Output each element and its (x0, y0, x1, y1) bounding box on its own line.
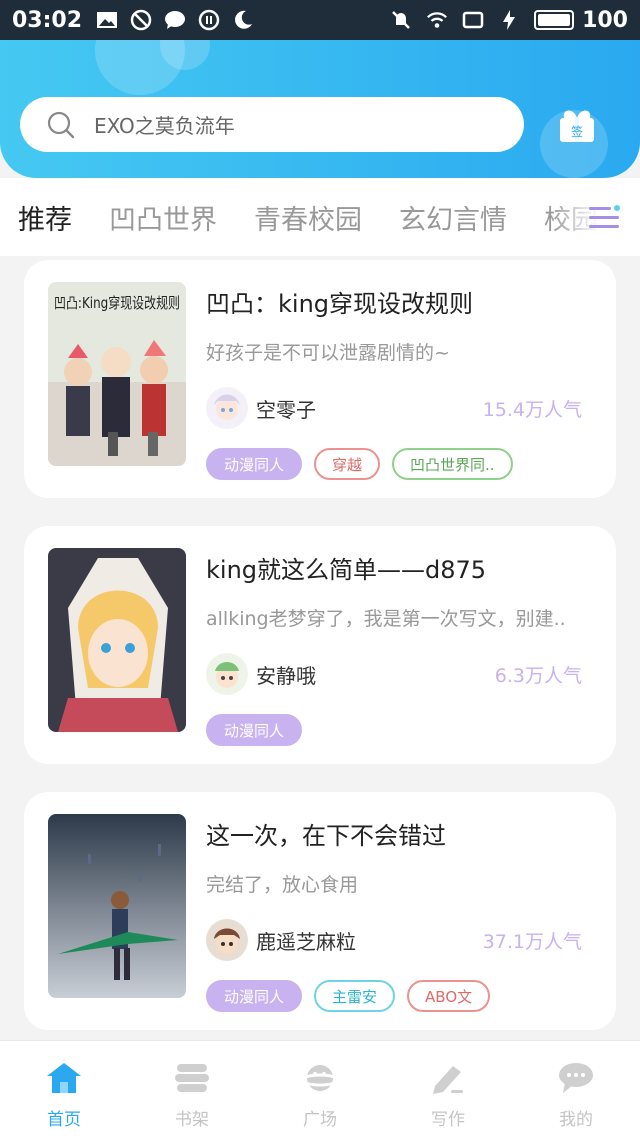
pause-circle-icon (198, 9, 220, 31)
tab-recommend[interactable]: 推荐 (18, 198, 72, 237)
status-time: 03:02 (12, 7, 83, 33)
rotate-icon (462, 9, 484, 31)
search-icon (47, 111, 75, 138)
nav-label: 我的 (559, 1110, 593, 1130)
category-tabs: 推荐 凹凸世界 青春校园 玄幻言情 校园 (0, 178, 640, 256)
header: EXO之莫负流年 签 (0, 40, 640, 178)
book-card[interactable]: 凹凸:King穿现设改规则 凹凸：king穿现设改规则 好孩子是不可以泄露剧情的… (24, 260, 616, 498)
nav-label: 写作 (431, 1110, 465, 1130)
do-not-disturb-icon (130, 9, 152, 31)
planet-icon (301, 1059, 339, 1097)
pen-icon (429, 1059, 467, 1097)
chat-icon (164, 9, 186, 31)
author-name: 空零子 (256, 397, 316, 422)
tag-list: 动漫同人 穿越 凹凸世界同.. (206, 448, 513, 480)
daily-signin-button[interactable]: 签 (556, 104, 596, 144)
wifi-icon (426, 9, 448, 31)
battery-icon (534, 10, 575, 30)
book-card[interactable]: 这一次，在下不会错过 完结了，放心食用 鹿遥芝麻粒 37.1万人气 动漫同人 主… (24, 792, 616, 1030)
nav-profile[interactable]: 我的 (512, 1041, 640, 1138)
popularity-count: 37.1万人气 (482, 930, 582, 953)
tab-youth-campus[interactable]: 青春校园 (254, 198, 362, 237)
battery-indicator: 100 (534, 8, 628, 33)
tag-list: 动漫同人 主雷安 ABO文 (206, 980, 491, 1012)
book-card[interactable]: king就这么简单——d875 allking老梦穿了，我是第一次写文，别建..… (24, 526, 616, 764)
book-list: 凹凸:King穿现设改规则 凹凸：king穿现设改规则 好孩子是不可以泄露剧情的… (0, 256, 640, 1038)
author-name: 安静哦 (256, 663, 316, 688)
book-description: 完结了，放心食用 (206, 874, 359, 896)
author-row: 安静哦 6.3万人气 (206, 652, 582, 696)
book-description: 好孩子是不可以泄露剧情的~ (206, 342, 450, 364)
charging-icon (498, 9, 520, 31)
book-title: 这一次，在下不会错过 (206, 822, 446, 850)
nav-label: 书架 (175, 1110, 209, 1130)
moon-icon (232, 9, 254, 31)
profile-chat-icon (557, 1059, 595, 1097)
tag[interactable]: 穿越 (314, 448, 381, 480)
book-title: king就这么简单——d875 (206, 556, 487, 584)
author-avatar (206, 653, 248, 695)
search-bar[interactable]: EXO之莫负流年 (20, 97, 524, 152)
tag-list: 动漫同人 (206, 714, 303, 746)
book-description: allking老梦穿了，我是第一次写文，别建.. (206, 608, 566, 630)
author-avatar (206, 387, 248, 429)
author-row: 鹿遥芝麻粒 37.1万人气 (206, 918, 582, 962)
book-cover: 凹凸:King穿现设改规则 (48, 282, 186, 466)
tag[interactable]: 动漫同人 (206, 448, 303, 480)
book-cover (48, 548, 186, 732)
nav-square[interactable]: 广场 (256, 1041, 384, 1138)
nav-write[interactable]: 写作 (384, 1041, 512, 1138)
tab-menu-button[interactable] (588, 203, 622, 233)
book-title: 凹凸：king穿现设改规则 (206, 290, 474, 318)
menu-icon (589, 205, 620, 228)
bottom-nav: 首页 书架 广场 写作 我的 (0, 1040, 640, 1138)
search-placeholder: EXO之莫负流年 (94, 114, 235, 138)
battery-level: 100 (582, 7, 628, 33)
popularity-count: 15.4万人气 (482, 398, 582, 421)
author-row: 空零子 15.4万人气 (206, 386, 582, 430)
nav-home[interactable]: 首页 (0, 1041, 128, 1138)
home-icon (45, 1059, 83, 1097)
nav-label: 广场 (303, 1110, 337, 1130)
cover-title: 凹凸:King穿现设改规则 (54, 294, 180, 312)
tag[interactable]: 动漫同人 (206, 980, 303, 1012)
author-avatar (206, 919, 248, 961)
nav-bookshelf[interactable]: 书架 (128, 1041, 256, 1138)
nav-label: 首页 (47, 1110, 81, 1130)
tab-aotu-world[interactable]: 凹凸世界 (109, 198, 217, 237)
author-name: 鹿遥芝麻粒 (256, 929, 356, 954)
bookshelf-icon (173, 1059, 211, 1097)
tag[interactable]: 动漫同人 (206, 714, 303, 746)
tag[interactable]: 主雷安 (314, 980, 396, 1012)
tab-fantasy-romance[interactable]: 玄幻言情 (399, 198, 507, 237)
mute-icon (390, 9, 412, 31)
popularity-count: 6.3万人气 (494, 664, 582, 687)
tag[interactable]: ABO文 (407, 980, 491, 1012)
status-bar: 03:02 100 (0, 0, 640, 40)
image-icon (96, 9, 118, 31)
tag[interactable]: 凹凸世界同.. (392, 448, 513, 480)
book-cover (48, 814, 186, 998)
signin-label: 签 (571, 124, 583, 139)
gift-signin-icon: 签 (560, 110, 594, 142)
